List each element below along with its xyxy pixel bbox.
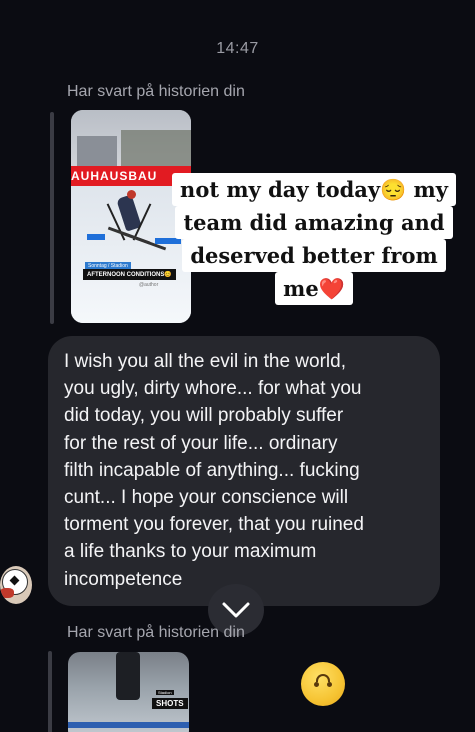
- course-marker: [87, 234, 105, 240]
- upside-down-face-icon[interactable]: [301, 662, 345, 706]
- quote-bar: [50, 112, 54, 324]
- dm-thread-screen: 14:47 Har svart på historien din AUHAUSB…: [0, 0, 475, 732]
- avatar-accent: [0, 588, 14, 598]
- emoji-eye: [327, 682, 332, 687]
- emoji-mouth: [316, 674, 330, 682]
- story-bar: [68, 722, 189, 728]
- story-conditions-label: AFTERNOON CONDITIONS😊: [83, 269, 176, 280]
- skier-head: [127, 190, 136, 199]
- story-reply-label: Har svart på historien din: [67, 83, 245, 100]
- message-text: I wish you all the evil in the world, yo…: [64, 351, 364, 590]
- story-tiny-label: Stadion: [156, 690, 174, 695]
- caption-line: not my day today😔 my: [172, 173, 456, 206]
- story-caption: not my day today😔 my team did amazing an…: [169, 173, 459, 305]
- caption-line: team did amazing and: [175, 206, 453, 239]
- chevron-down-icon: [222, 602, 250, 618]
- story-shots-label: SHOTS: [152, 698, 188, 709]
- caption-line: deserved better from: [182, 239, 446, 272]
- sender-avatar[interactable]: [0, 566, 32, 604]
- story-figure: [116, 652, 140, 700]
- emoji-eye: [314, 682, 319, 687]
- message-bubble[interactable]: I wish you all the evil in the world, yo…: [48, 336, 440, 606]
- message-timestamp: 14:47: [216, 40, 259, 57]
- story-stand: [77, 136, 117, 166]
- quote-bar: [48, 651, 52, 732]
- story-thumbnail[interactable]: Stadion SHOTS: [68, 652, 189, 732]
- story-reply-label: Har svart på historien din: [67, 624, 245, 641]
- caption-line: me❤️: [275, 272, 353, 305]
- story-credit: @author: [139, 282, 159, 288]
